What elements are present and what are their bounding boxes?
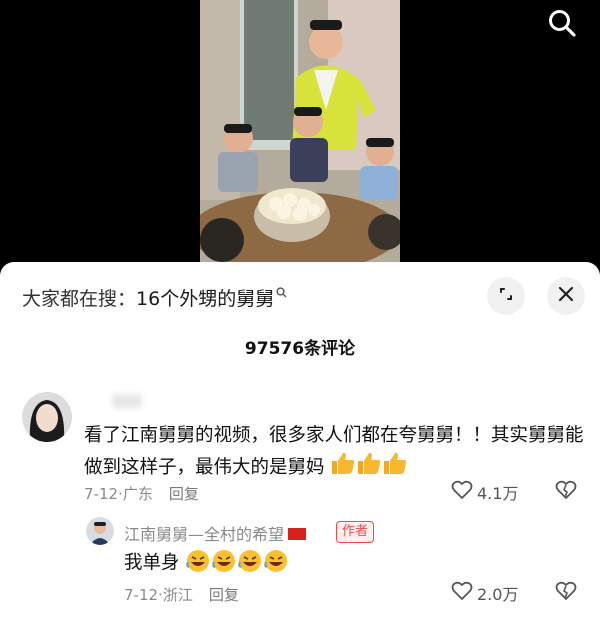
- heart-icon: [451, 581, 477, 605]
- search-button[interactable]: [543, 6, 581, 44]
- reply-button[interactable]: 回复: [169, 485, 199, 503]
- reply-button[interactable]: 回复: [209, 586, 239, 604]
- thumbs-up-icon: [330, 451, 356, 485]
- thumbs-up-icon: [382, 451, 408, 485]
- like-button[interactable]: 2.0万: [451, 581, 518, 605]
- close-button[interactable]: [547, 277, 585, 315]
- collapse-button[interactable]: [487, 277, 525, 315]
- video-player[interactable]: [0, 0, 600, 262]
- rolling-laughing-face-icon: [263, 548, 289, 579]
- commenter-name[interactable]: [112, 394, 142, 408]
- comment-location: 广东: [122, 485, 153, 503]
- like-count: 2.0万: [477, 585, 519, 604]
- trending-search-label: 大家都在搜：: [22, 288, 137, 310]
- comment-text: 看了江南舅舅的视频，很多家人们都在夸舅舅！！其实舅舅能做到这样子，最伟大的是舅妈: [84, 421, 584, 485]
- thumbs-up-icon: [356, 451, 382, 485]
- reply-body: 我单身: [124, 552, 180, 574]
- rolling-laughing-face-icon: [185, 548, 211, 579]
- close-icon: [558, 286, 574, 306]
- like-button[interactable]: 4.1万: [451, 480, 518, 504]
- broken-heart-icon: [555, 581, 577, 605]
- reply-meta: 7-12·浙江 回复: [124, 584, 239, 605]
- comment-panel: 大家都在搜：16个外甥的舅舅 97576条评论 看了江南舅舅的视频，很多家人们都…: [0, 262, 600, 626]
- trending-search-term[interactable]: 16个外甥的舅舅: [136, 288, 274, 310]
- like-count: 4.1万: [477, 484, 519, 503]
- rolling-laughing-face-icon: [237, 548, 263, 579]
- minimize-icon: [498, 286, 514, 306]
- search-icon: [276, 287, 287, 302]
- search-icon: [547, 8, 577, 42]
- reply-date: 7-12: [124, 586, 159, 604]
- comment-meta: 7-12·广东 回复: [84, 483, 199, 504]
- video-frame-image: [200, 0, 400, 262]
- trending-search[interactable]: 大家都在搜：16个外甥的舅舅: [22, 284, 287, 311]
- author-badge: 作者: [336, 521, 375, 543]
- dislike-button[interactable]: [555, 581, 577, 605]
- author-name[interactable]: 江南舅舅—全村的希望: [124, 521, 307, 545]
- avatar[interactable]: [22, 392, 72, 442]
- rolling-laughing-face-icon: [211, 548, 237, 579]
- broken-heart-icon: [555, 480, 577, 504]
- reply-location: 浙江: [162, 586, 193, 604]
- reply-text: 我单身: [124, 548, 289, 579]
- heart-icon: [451, 480, 477, 504]
- dislike-button[interactable]: [555, 480, 577, 504]
- flag-icon: [288, 527, 307, 540]
- author-name-text: 江南舅舅—全村的希望: [124, 525, 285, 544]
- comment-date: 7-12: [84, 485, 119, 503]
- comment-count: 97576条评论: [244, 339, 356, 359]
- author-avatar[interactable]: [86, 517, 114, 545]
